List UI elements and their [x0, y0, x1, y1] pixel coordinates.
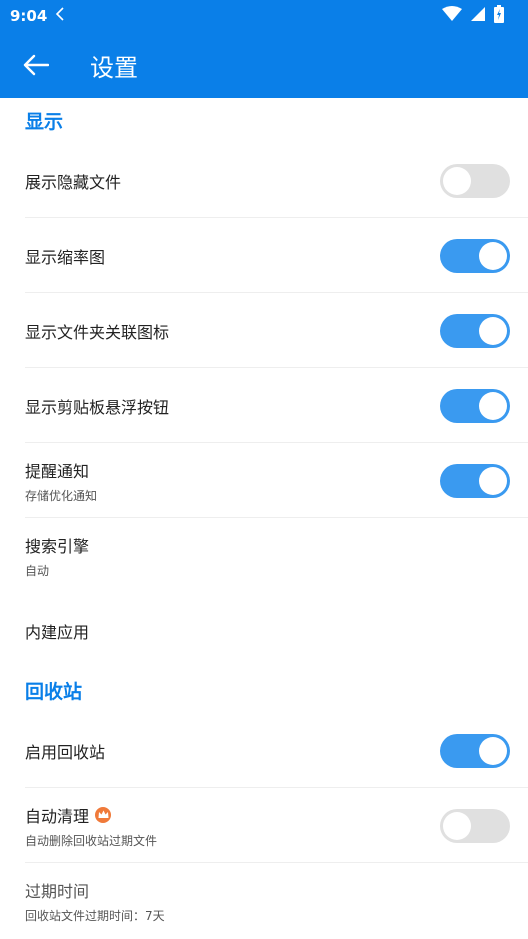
setting-subtitle: 回收站文件过期时间：7天: [25, 908, 165, 923]
crown-icon: [95, 806, 112, 823]
setting-show-hidden-files[interactable]: 展示隐藏文件: [0, 143, 528, 218]
arrow-left-icon: [23, 54, 49, 76]
page-title: 设置: [90, 53, 138, 82]
setting-label: 提醒通知: [25, 461, 90, 481]
settings-list: 显示 展示隐藏文件 显示缩率图 显示文件夹关联图标 显示剪贴板悬浮按钮 提醒通知…: [0, 98, 528, 938]
toggle-switch[interactable]: [440, 808, 510, 843]
setting-label: 显示文件夹关联图标: [25, 322, 170, 342]
battery-icon: [494, 5, 504, 27]
setting-label: 自动清理: [25, 806, 90, 826]
setting-label: 展示隐藏文件: [25, 172, 122, 192]
setting-label: 显示剪贴板悬浮按钮: [25, 397, 170, 417]
toggle-knob: [443, 166, 471, 195]
status-bar: 9:04: [0, 0, 528, 32]
back-button[interactable]: [22, 51, 50, 79]
setting-subtitle: 自动删除回收站过期文件: [25, 833, 158, 848]
setting-label: 内建应用: [25, 622, 90, 642]
setting-enable-recycle-bin[interactable]: 启用回收站: [0, 713, 528, 788]
setting-clipboard-float-button[interactable]: 显示剪贴板悬浮按钮: [0, 368, 528, 443]
setting-label: 搜索引擎: [25, 536, 90, 556]
setting-label: 启用回收站: [25, 742, 106, 762]
toggle-knob: [479, 316, 507, 345]
setting-builtin-apps[interactable]: 内建应用: [0, 593, 528, 668]
wifi-icon: [442, 6, 462, 26]
setting-label: 过期时间: [25, 881, 90, 901]
setting-subtitle: 存储优化通知: [25, 488, 98, 503]
section-header-display: 显示: [25, 111, 64, 133]
toggle-switch[interactable]: [440, 238, 510, 273]
chevron-left-icon: [55, 7, 65, 25]
setting-label: 显示缩率图: [25, 247, 106, 267]
setting-subtitle: 自动: [25, 563, 50, 578]
setting-folder-icons[interactable]: 显示文件夹关联图标: [0, 293, 528, 368]
status-time: 9:04: [10, 7, 48, 25]
toggle-switch[interactable]: [440, 388, 510, 423]
setting-expiration-time[interactable]: 过期时间 回收站文件过期时间：7天: [0, 863, 528, 938]
toggle-knob: [443, 811, 471, 840]
setting-label-row: 自动清理: [25, 803, 157, 827]
toggle-knob: [479, 241, 507, 270]
toggle-knob: [479, 466, 507, 495]
setting-search-engine[interactable]: 搜索引擎 自动: [0, 518, 528, 593]
section-header-recycle-bin: 回收站: [25, 681, 83, 703]
signal-icon: [470, 6, 486, 26]
setting-show-thumbnails[interactable]: 显示缩率图: [0, 218, 528, 293]
toggle-switch[interactable]: [440, 463, 510, 498]
toggle-knob: [479, 736, 507, 765]
app-bar: 设置: [0, 32, 528, 98]
toggle-switch[interactable]: [440, 163, 510, 198]
toggle-switch[interactable]: [440, 313, 510, 348]
toggle-switch[interactable]: [440, 733, 510, 768]
setting-auto-clean[interactable]: 自动清理 自动删除回收站过期文件: [0, 788, 528, 863]
setting-reminder-notification[interactable]: 提醒通知 存储优化通知: [0, 443, 528, 518]
toggle-knob: [479, 391, 507, 420]
